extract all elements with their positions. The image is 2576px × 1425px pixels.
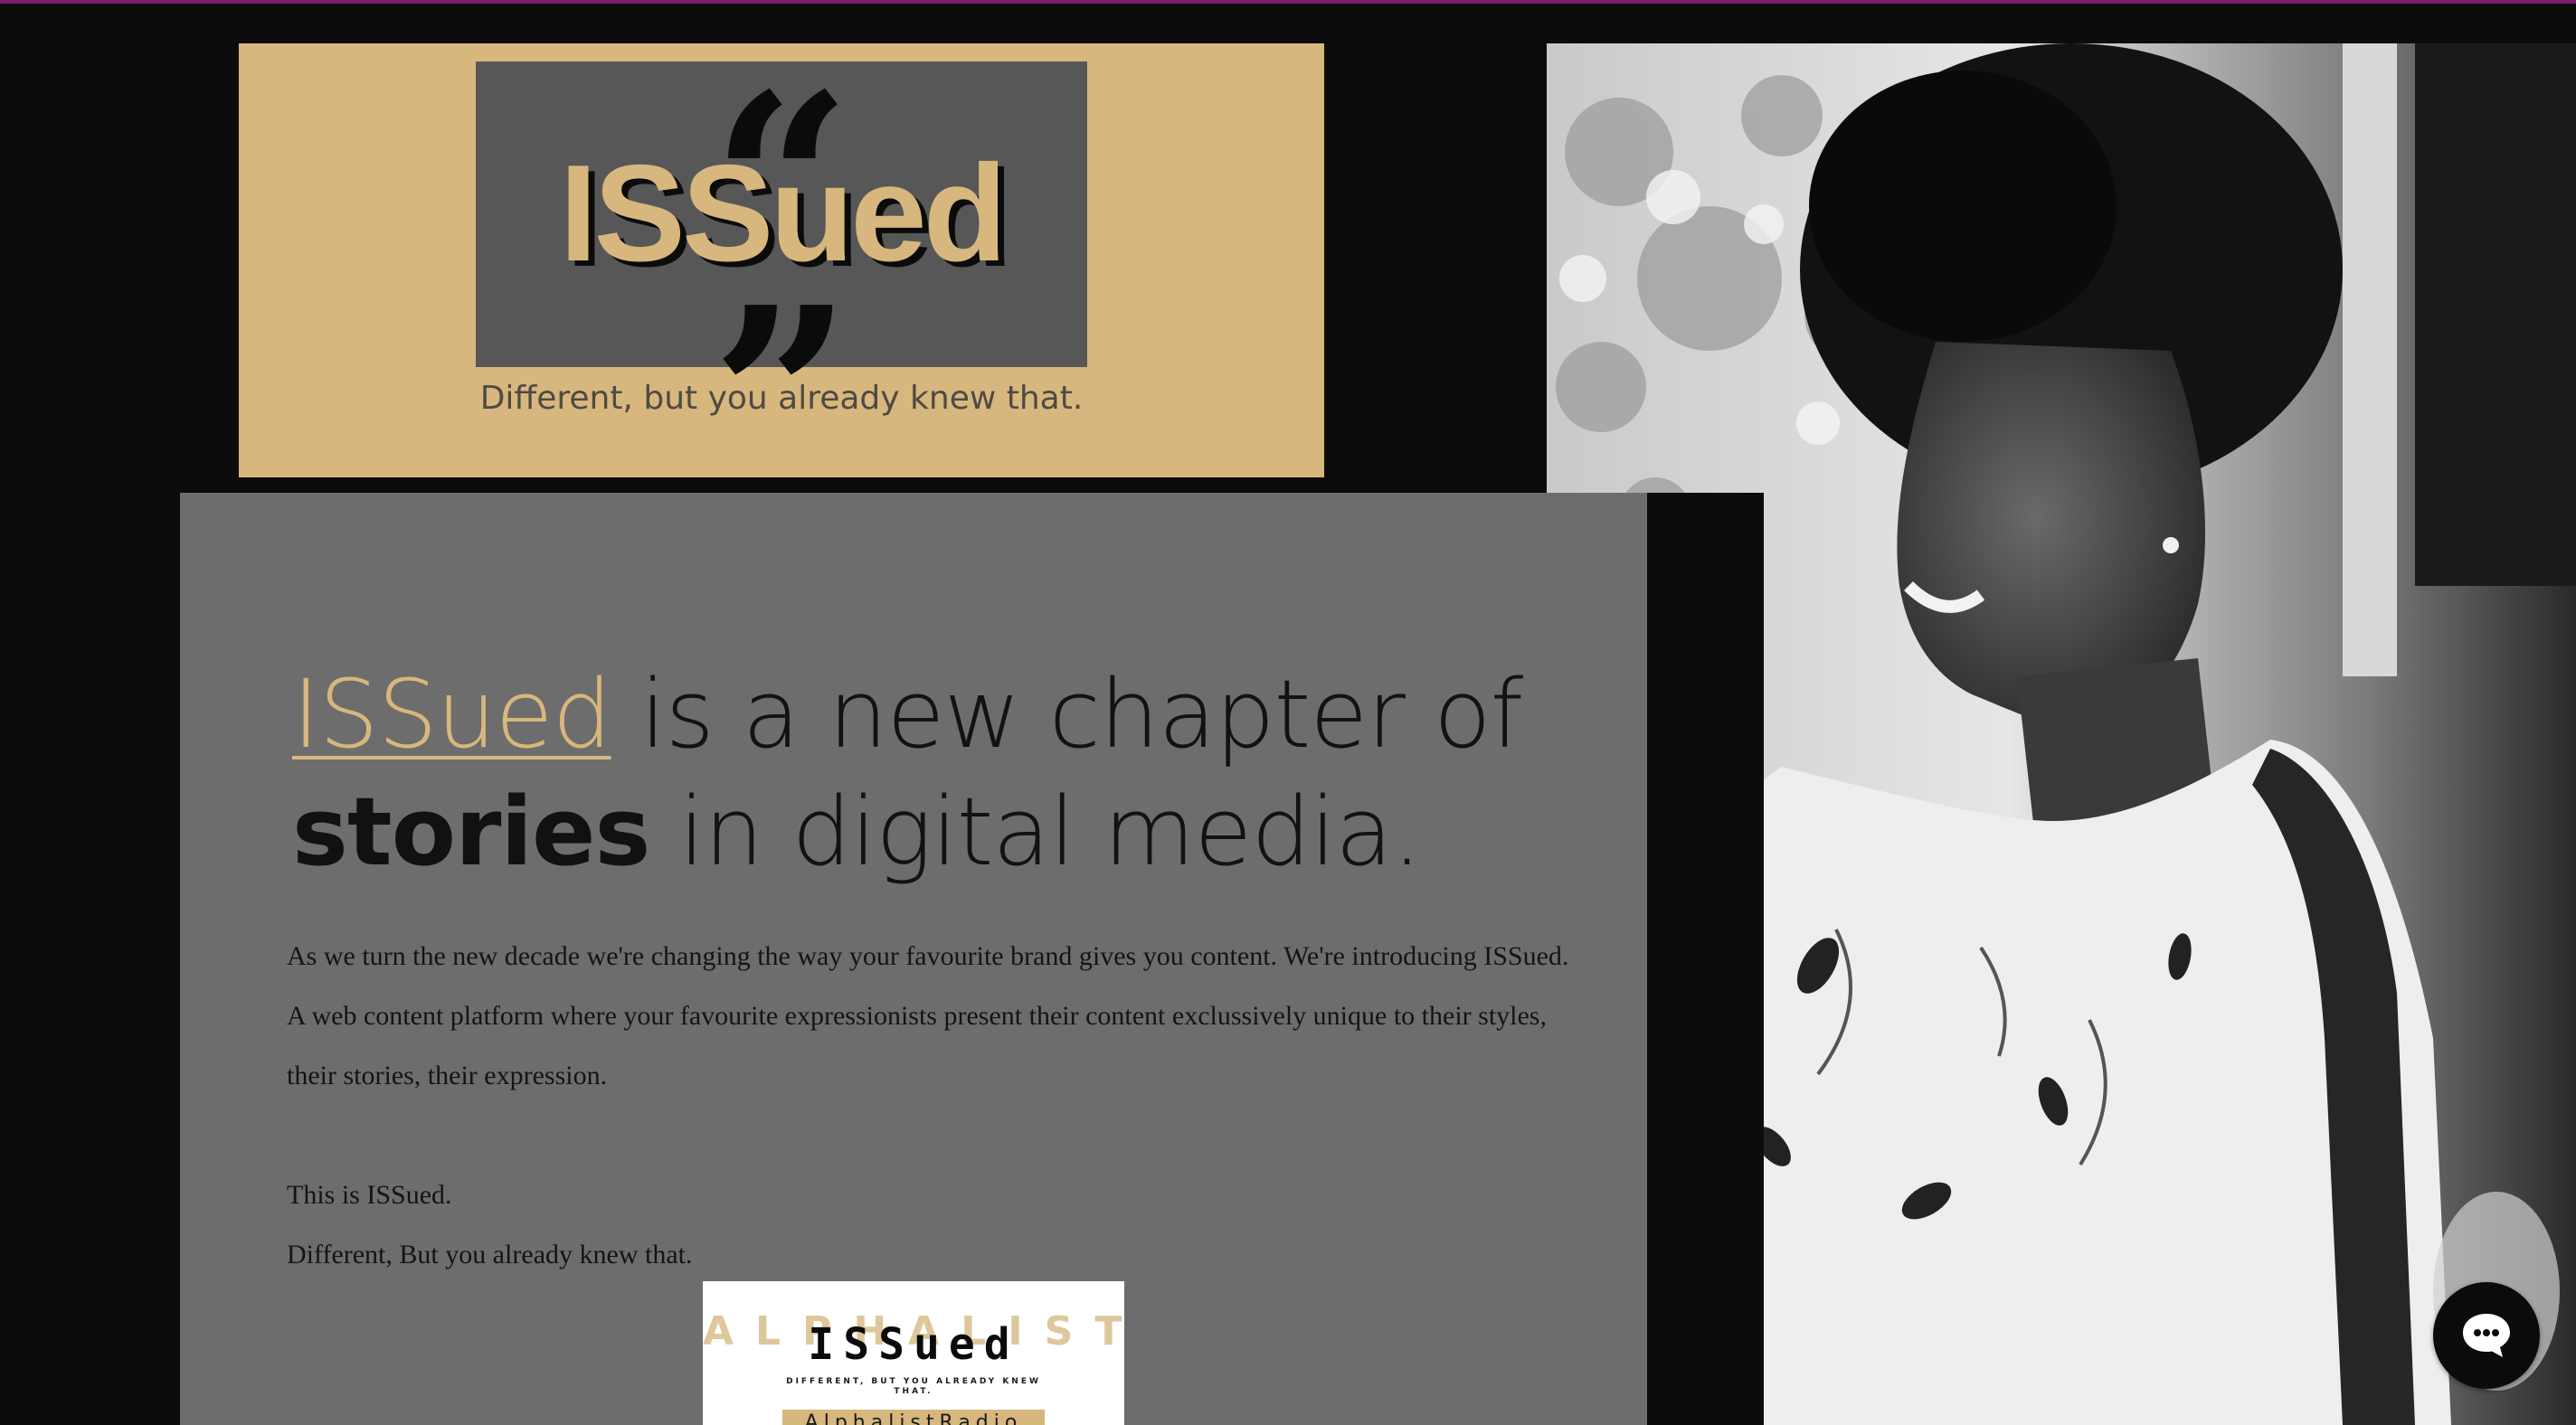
logo-tagline: Different, but you already knew that. bbox=[479, 380, 1084, 417]
dark-divider-slab bbox=[1646, 493, 1764, 1425]
page: “ ” ISSued Different, but you already kn… bbox=[0, 0, 2576, 1425]
mini-card-band: AlphalistRadio bbox=[782, 1410, 1045, 1425]
mini-card-tagline: DIFFERENT, BUT YOU ALREADY KNEW THAT. bbox=[786, 1377, 1041, 1396]
intro-section: ISSued is a new chapter of stories in di… bbox=[180, 493, 1647, 1425]
intro-body: As we turn the new decade we're changing… bbox=[287, 927, 1571, 1285]
intro-line-this-is: This is ISSued. bbox=[287, 1180, 452, 1210]
chat-widget-button[interactable] bbox=[2433, 1282, 2540, 1389]
intro-headline: ISSued is a new chapter of stories in di… bbox=[292, 656, 1613, 891]
intro-line-different: Different, But you already knew that. bbox=[287, 1240, 693, 1269]
headline-bold-word: stories bbox=[292, 777, 650, 887]
mini-card-title: ISSued bbox=[808, 1319, 1019, 1370]
issued-brand-link[interactable]: ISSued bbox=[292, 659, 612, 769]
chat-bubble-icon bbox=[2463, 1314, 2510, 1357]
headline-line1-text: is a new chapter of bbox=[611, 659, 1524, 769]
intro-paragraph: As we turn the new decade we're changing… bbox=[287, 941, 1569, 1090]
logo-banner[interactable]: “ ” ISSued Different, but you already kn… bbox=[239, 43, 1324, 519]
logo-box: “ ” ISSued bbox=[476, 61, 1087, 519]
alphalist-radio-card[interactable]: ALPHALIST ISSued DIFFERENT, BUT YOU ALRE… bbox=[703, 1281, 1124, 1425]
headline-line2-text: in digital media. bbox=[649, 777, 1423, 887]
logo-wordmark: ISSued bbox=[559, 137, 1007, 290]
top-accent-strip bbox=[0, 0, 2576, 4]
